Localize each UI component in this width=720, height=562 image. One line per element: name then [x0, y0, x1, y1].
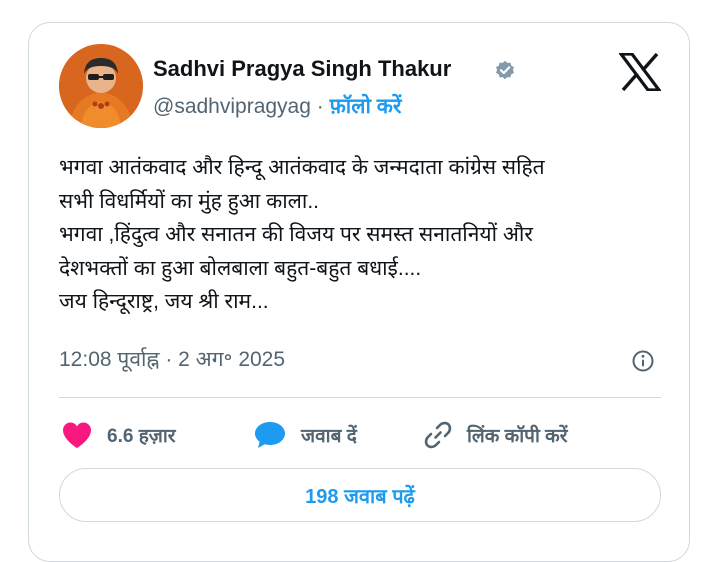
- avatar[interactable]: [59, 44, 143, 128]
- author-handle-row: @sadhvipragyag · फ़ॉलो करें: [153, 92, 401, 120]
- like-count: 6.6 हज़ार: [107, 426, 176, 447]
- tweet-text-line: भगवा ,हिंदुत्व और सनातन की विजय पर समस्त…: [59, 223, 533, 246]
- read-replies-button[interactable]: 198 जवाब पढ़ें: [59, 468, 661, 522]
- divider: [59, 397, 661, 398]
- speech-bubble-icon: [255, 422, 285, 448]
- handle-separator: ·: [310, 95, 330, 118]
- verified-badge-icon: [496, 60, 514, 80]
- tweet-card: Sadhvi Pragya Singh Thakur @sadhvipragya…: [28, 22, 690, 562]
- link-icon: [424, 421, 452, 449]
- avatar-image: [59, 44, 143, 128]
- reply-button[interactable]: जवाब दें: [253, 421, 357, 449]
- follow-button[interactable]: फ़ॉलो करें: [330, 95, 402, 118]
- info-icon[interactable]: [631, 349, 655, 373]
- tweet-text-line: भगवा आतंकवाद और हिन्दू आतंकवाद के जन्मदा…: [59, 156, 545, 179]
- tweet-text-line: देशभक्तों का हुआ बोलबाला बहुत-बहुत बधाई.…: [59, 256, 422, 280]
- tweet-text: भगवा आतंकवाद और हिन्दू आतंकवाद के जन्मदा…: [59, 151, 669, 319]
- tweet-text-line: सभी विधर्मियों का मुंह हुआ काला..: [59, 189, 320, 213]
- heart-icon: [63, 422, 91, 448]
- copy-link-button[interactable]: लिंक कॉपी करें: [423, 421, 568, 449]
- author-handle[interactable]: @sadhvipragyag: [153, 95, 311, 118]
- read-replies-label: 198 जवाब पढ़ें: [305, 485, 415, 508]
- reply-label: जवाब दें: [301, 426, 357, 447]
- like-button[interactable]: 6.6 हज़ार: [61, 421, 176, 449]
- x-logo-icon[interactable]: [619, 53, 661, 91]
- author-display-name[interactable]: Sadhvi Pragya Singh Thakur: [153, 56, 451, 82]
- tweet-text-line: जय हिन्दूराष्ट्र, जय श्री राम...: [59, 290, 269, 313]
- copy-link-label: लिंक कॉपी करें: [467, 426, 568, 447]
- tweet-timestamp[interactable]: 12:08 पूर्वाह्न · 2 अग॰ 2025: [59, 345, 285, 373]
